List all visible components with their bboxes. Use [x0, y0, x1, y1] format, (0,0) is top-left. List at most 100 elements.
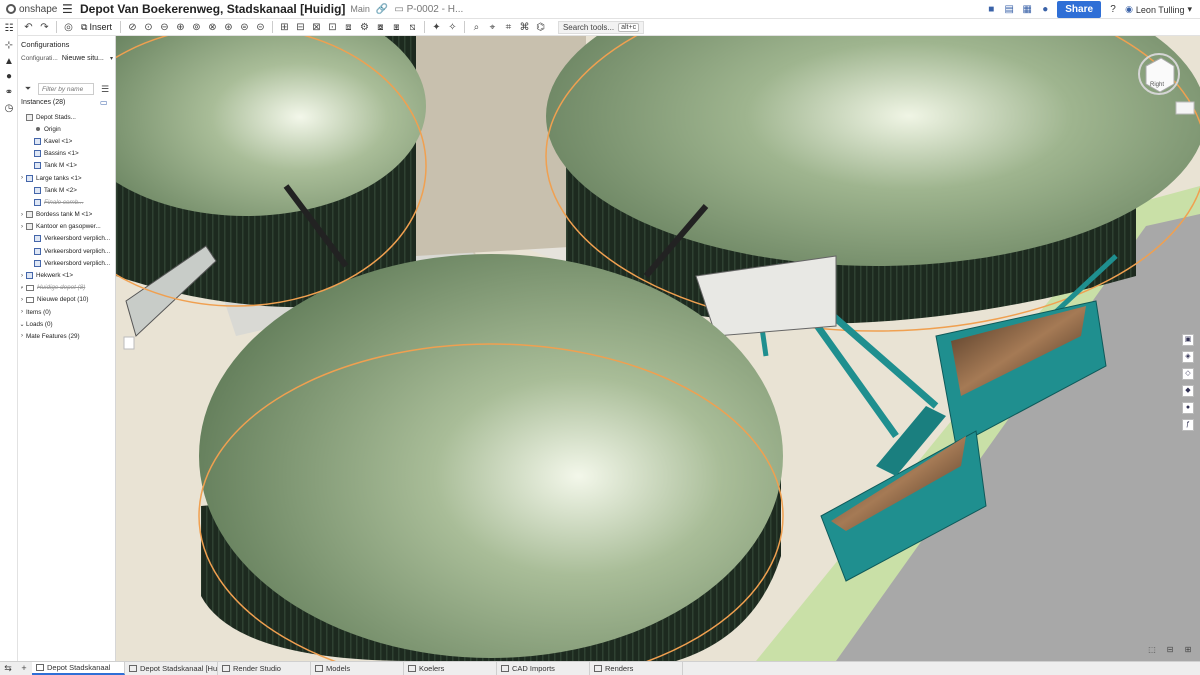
chevron-down-icon[interactable]: ▾ — [110, 55, 113, 62]
tree-caret-icon[interactable]: › — [18, 297, 26, 303]
named-positions-icon[interactable]: ✧ — [446, 21, 459, 34]
visibility-icon[interactable]: ◈ — [1182, 351, 1194, 363]
folder-path[interactable]: ▭ P-0002 - H... — [394, 4, 463, 15]
tree-caret-icon[interactable]: › — [18, 273, 26, 279]
group-icon[interactable]: ⊠ — [310, 21, 323, 34]
tree-caret-icon[interactable]: › — [18, 285, 26, 291]
tree-item[interactable]: Verkeersbord verplich... — [18, 233, 116, 245]
gear-relation-icon[interactable]: ⚙ — [358, 21, 371, 34]
screw-relation-icon[interactable]: ⧆ — [390, 21, 403, 34]
tab-list-icon[interactable]: ⇆ — [0, 662, 16, 675]
tank-roof-front[interactable] — [199, 254, 783, 658]
tab-1[interactable]: Depot Stadskanaal [Hui... — [125, 662, 218, 675]
feature-list-icon[interactable]: ☷ — [3, 23, 15, 35]
share-button[interactable]: Share — [1057, 1, 1102, 18]
tree-item[interactable]: › Mate Features (29) — [18, 330, 116, 342]
branch-label[interactable]: Main — [350, 4, 370, 14]
explode-icon[interactable]: ✦ — [430, 21, 443, 34]
instances-icon[interactable]: ▲ — [3, 56, 15, 68]
tree-caret-icon[interactable]: ⌄ — [18, 321, 26, 328]
help-icon[interactable]: ? — [1107, 4, 1119, 16]
bom-icon[interactable]: ⚭ — [3, 87, 15, 99]
onshape-logo[interactable]: onshape — [0, 4, 58, 15]
appearance-icon[interactable]: ● — [1182, 402, 1194, 414]
linear-relation-icon[interactable]: ⧅ — [406, 21, 419, 34]
section-plane-icon[interactable]: ◆ — [1182, 385, 1194, 397]
link-icon[interactable]: 🔗 — [376, 4, 388, 15]
interference-icon[interactable]: ⌘ — [518, 21, 531, 34]
fastened-mate-icon[interactable]: ⊘ — [126, 21, 139, 34]
tab-manager-icon[interactable]: ⬚ — [1146, 645, 1158, 655]
tree-caret-icon[interactable]: › — [18, 212, 26, 218]
split-view-icon[interactable]: ⊟ — [1164, 645, 1176, 655]
tree-item[interactable]: › Huidige depot (8) — [18, 282, 116, 294]
tree-item[interactable]: › Items (0) — [18, 306, 116, 318]
mass-properties-icon[interactable]: ⌗ — [502, 21, 515, 34]
filter-input[interactable] — [38, 83, 94, 95]
measure-icon[interactable]: ⌕ — [470, 21, 483, 34]
tree-caret-icon[interactable]: › — [18, 309, 26, 315]
view-options-icon[interactable] — [1175, 101, 1195, 115]
mate-connector-icon[interactable]: ⊡ — [326, 21, 339, 34]
circular-pattern-icon[interactable]: ⊟ — [294, 21, 307, 34]
variables-icon[interactable]: ƒ — [1182, 419, 1194, 431]
display-states-icon[interactable]: ◇ — [1182, 368, 1194, 380]
configuration-select[interactable]: Nieuwe situ... — [62, 55, 110, 62]
tree-item[interactable]: Verkeersbord verplich... — [18, 257, 116, 269]
tab-4[interactable]: Koelers — [404, 662, 497, 675]
tree-item[interactable]: › Bordess tank M <1> — [18, 209, 116, 221]
tree-caret-icon[interactable]: › — [18, 175, 26, 181]
cylindrical-mate-icon[interactable]: ⊚ — [190, 21, 203, 34]
tree-item[interactable]: Kavel <1> — [18, 135, 116, 147]
mate-features-icon[interactable]: ⊹ — [3, 40, 15, 52]
tree-item[interactable]: › Hekwerk <1> — [18, 269, 116, 281]
tree-item[interactable]: Tank M <2> — [18, 184, 116, 196]
tree-item[interactable]: ⌄ Loads (0) — [18, 318, 116, 330]
collapse-panel-icon[interactable] — [123, 336, 135, 350]
search-tools[interactable]: Search tools... alt+c — [557, 20, 645, 34]
tree-item[interactable]: Origin — [18, 123, 116, 135]
tree-item[interactable]: Depot Stads... — [18, 111, 116, 123]
tab-5[interactable]: CAD Imports — [497, 662, 590, 675]
tree-item[interactable]: Finale comb... — [18, 196, 116, 208]
tree-item[interactable]: › Kantoor en gasopwer... — [18, 221, 116, 233]
tab-2[interactable]: Render Studio — [218, 662, 311, 675]
tree-item[interactable]: Bassins <1> — [18, 148, 116, 160]
redo-icon[interactable]: ↷ — [38, 21, 51, 34]
linear-pattern-icon[interactable]: ⊞ — [278, 21, 291, 34]
graphics-viewport[interactable]: Right ▣ ◈ ◇ ◆ ● ƒ — [116, 36, 1200, 661]
pin-slot-mate-icon[interactable]: ⊗ — [206, 21, 219, 34]
user-menu[interactable]: ◉ Leon Tulling ▾ — [1125, 4, 1192, 15]
tab-3[interactable]: Models — [311, 662, 404, 675]
3d-scene[interactable]: Right — [116, 36, 1200, 661]
insert-button[interactable]: ⧉ Insert — [78, 22, 115, 33]
slider-mate-icon[interactable]: ⊖ — [158, 21, 171, 34]
document-info-icon[interactable]: ▤ — [1003, 4, 1015, 16]
menu-icon[interactable]: ☰ — [62, 2, 76, 16]
filter-icon[interactable]: ⏷ — [21, 84, 35, 94]
comments-icon[interactable]: ● — [3, 71, 15, 83]
tree-item[interactable]: › Nieuwe depot (10) — [18, 294, 116, 306]
list-view-icon[interactable]: ☰ — [101, 84, 109, 95]
animate-icon[interactable]: ⌬ — [534, 21, 547, 34]
ball-mate-icon[interactable]: ⊛ — [222, 21, 235, 34]
parallel-mate-icon[interactable]: ⊜ — [238, 21, 251, 34]
grid-view-icon[interactable]: ⊞ — [1182, 645, 1194, 655]
create-folder-icon[interactable]: ▭ — [100, 98, 108, 107]
document-title[interactable]: Depot Van Boekerenweg, Stadskanaal [Huid… — [80, 2, 345, 16]
tree-item[interactable]: Verkeersbord verplich... — [18, 245, 116, 257]
tab-6[interactable]: Renders — [590, 662, 683, 675]
rack-pinion-icon[interactable]: ⧇ — [374, 21, 387, 34]
tangent-mate-icon[interactable]: ⊝ — [254, 21, 267, 34]
cad-import-icon[interactable]: ◎ — [62, 21, 75, 34]
versions-icon[interactable]: ▦ — [1021, 4, 1033, 16]
undo-icon[interactable]: ↶ — [22, 21, 35, 34]
tab-0[interactable]: Depot Stadskanaal — [32, 662, 125, 675]
history-icon[interactable]: ◷ — [3, 103, 15, 115]
app-store-icon[interactable]: ● — [1039, 4, 1051, 16]
render-mode-icon[interactable]: ▣ — [1182, 334, 1194, 346]
tree-caret-icon[interactable]: › — [18, 224, 26, 230]
tree-item[interactable]: Tank M <1> — [18, 160, 116, 172]
add-tab-button[interactable]: + — [16, 662, 32, 675]
tree-caret-icon[interactable]: › — [18, 333, 26, 339]
